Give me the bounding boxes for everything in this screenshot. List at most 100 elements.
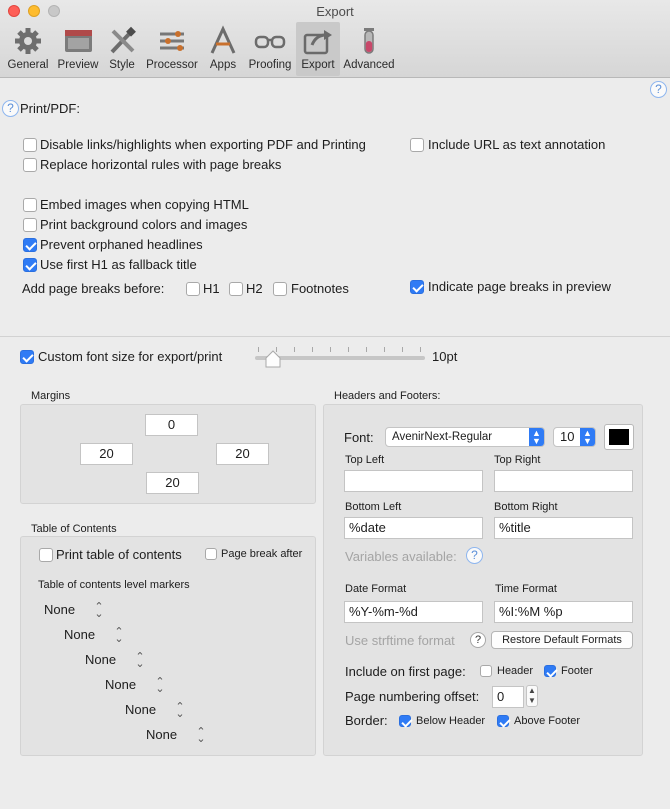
print-bg-checkbox[interactable] (23, 218, 37, 232)
top-right-field[interactable] (494, 470, 633, 492)
page-break-h1-label: H1 (203, 281, 220, 296)
bottom-left-label: Bottom Left (345, 501, 402, 513)
tab-processor[interactable]: Processor (143, 22, 201, 76)
disable-links-label: Disable links/highlights when exporting … (40, 137, 366, 152)
indicate-breaks-checkbox[interactable] (410, 280, 424, 294)
first-h1-label: Use first H1 as fallback title (40, 257, 197, 272)
custom-font-size-checkbox[interactable] (20, 350, 34, 364)
slider-tick (402, 347, 403, 352)
tab-general[interactable]: General (4, 22, 52, 76)
font-size-value: 10pt (432, 349, 458, 364)
toc-level-4-select[interactable]: None (105, 677, 136, 692)
top-right-label: Top Right (494, 454, 541, 466)
tab-proofing[interactable]: Proofing (244, 22, 296, 76)
preview-window-icon (65, 30, 92, 52)
page-break-footnotes-checkbox[interactable] (273, 282, 287, 296)
chevron-updown-icon[interactable]: ⌃ ⌄ (94, 602, 104, 620)
embed-images-checkbox[interactable] (23, 198, 37, 212)
page-break-after-label: Page break after (221, 548, 303, 560)
tab-preview[interactable]: Preview (54, 22, 102, 76)
time-format-field[interactable]: %I:%M %p (494, 601, 633, 623)
chevron-updown-icon[interactable]: ⌃ ⌄ (196, 727, 206, 745)
font-name-value: AvenirNext-Regular (392, 431, 493, 443)
time-format-label: Time Format (495, 583, 557, 595)
first-h1-checkbox[interactable] (23, 258, 37, 272)
toc-level-5-select[interactable]: None (125, 702, 156, 717)
help-button-print[interactable]: ? (2, 100, 19, 117)
date-format-field[interactable]: %Y-%m-%d (344, 601, 483, 623)
chevron-updown-icon[interactable]: ⌃ ⌄ (114, 627, 124, 645)
toc-level-3-select[interactable]: None (85, 652, 116, 667)
chevron-updown-icon[interactable]: ⌃ ⌄ (135, 652, 145, 670)
margin-top-field[interactable]: 0 (145, 414, 198, 436)
font-name-select[interactable]: AvenirNext-Regular (385, 427, 545, 447)
slider-tick (420, 347, 421, 352)
toc-level-2-select[interactable]: None (64, 627, 95, 642)
print-toc-checkbox[interactable] (39, 548, 53, 562)
toc-level-6-select[interactable]: None (146, 727, 177, 742)
first-page-footer-label: Footer (561, 665, 593, 677)
numbering-stepper[interactable]: ▲ ▼ (526, 685, 538, 707)
slider-tick (312, 347, 313, 352)
numbering-offset-field[interactable]: 0 (492, 686, 524, 708)
page-break-h2-label: H2 (246, 281, 263, 296)
margin-right-field[interactable]: 20 (216, 443, 269, 465)
first-page-header-label: Header (497, 665, 534, 677)
help-button-top[interactable]: ? (650, 81, 667, 98)
font-color-well[interactable] (604, 424, 634, 450)
gear-icon (15, 28, 41, 54)
margin-bottom-field[interactable]: 20 (146, 472, 199, 494)
replace-hr-checkbox[interactable] (23, 158, 37, 172)
apps-icon (210, 25, 236, 54)
slider-tick (330, 347, 331, 352)
toc-title: Table of Contents (31, 523, 117, 535)
replace-hr-label: Replace horizontal rules with page break… (40, 157, 282, 172)
chevron-updown-icon[interactable]: ▲ ▼ (580, 428, 595, 446)
prevent-orphans-label: Prevent orphaned headlines (40, 237, 203, 252)
tab-apps[interactable]: Apps (204, 22, 242, 76)
margin-left-field[interactable]: 20 (80, 443, 133, 465)
flask-icon (364, 28, 374, 54)
page-break-h1-checkbox[interactable] (186, 282, 200, 296)
slider-tick (258, 347, 259, 352)
chevron-updown-icon[interactable]: ⌃ ⌄ (155, 677, 165, 695)
page-break-h2-checkbox[interactable] (229, 282, 243, 296)
include-url-label: Include URL as text annotation (428, 137, 606, 152)
tab-processor-label: Processor (146, 59, 198, 71)
restore-default-formats-button[interactable]: Restore Default Formats (491, 631, 633, 649)
variables-help-button[interactable]: ? (466, 547, 483, 564)
font-size-slider-thumb[interactable] (265, 350, 281, 368)
toc-markers-label: Table of contents level markers (38, 579, 190, 591)
include-url-checkbox[interactable] (410, 138, 424, 152)
tab-style-label: Style (109, 59, 135, 71)
first-page-header-checkbox[interactable] (480, 665, 492, 677)
above-footer-checkbox[interactable] (497, 715, 509, 727)
slider-tick (294, 347, 295, 352)
export-icon (303, 30, 332, 55)
toc-level-1-select[interactable]: None (44, 602, 75, 617)
below-header-checkbox[interactable] (399, 715, 411, 727)
disable-links-checkbox[interactable] (23, 138, 37, 152)
top-left-field[interactable] (344, 470, 483, 492)
chevron-updown-icon[interactable]: ▲ ▼ (529, 428, 544, 446)
bottom-left-field[interactable]: %date (344, 517, 483, 539)
page-break-footnotes-label: Footnotes (291, 281, 349, 296)
window-title: Export (316, 4, 354, 19)
first-page-footer-checkbox[interactable] (544, 665, 556, 677)
headers-title: Headers and Footers: (334, 390, 441, 402)
tab-export-label: Export (301, 59, 335, 71)
border-label: Border: (345, 713, 388, 728)
slider-tick (348, 347, 349, 352)
tab-style[interactable]: Style (103, 22, 141, 76)
strftime-help-button[interactable]: ? (470, 632, 486, 648)
tab-advanced[interactable]: Advanced (341, 22, 397, 76)
tab-export[interactable]: Export (296, 22, 340, 76)
chevron-updown-icon[interactable]: ⌃ ⌄ (175, 702, 185, 720)
page-breaks-label: Add page breaks before: (22, 281, 165, 296)
print-section-label: Print/PDF: (20, 101, 80, 116)
above-footer-label: Above Footer (514, 715, 581, 727)
glasses-icon (254, 35, 286, 49)
page-break-after-checkbox[interactable] (205, 548, 217, 560)
prevent-orphans-checkbox[interactable] (23, 238, 37, 252)
bottom-right-field[interactable]: %title (494, 517, 633, 539)
